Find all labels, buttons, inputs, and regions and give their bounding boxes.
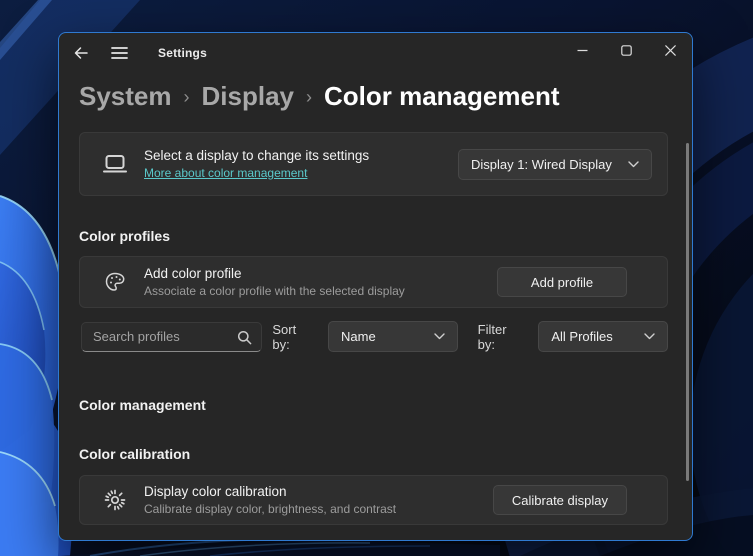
sort-by-dropdown[interactable]: Name xyxy=(328,321,458,352)
breadcrumb: System › Display › Color management xyxy=(79,79,692,113)
add-profile-title: Add color profile xyxy=(144,266,242,281)
display-calibration-card: Display color calibration Calibrate disp… xyxy=(79,475,668,525)
breadcrumb-separator: › xyxy=(183,87,190,107)
laptop-icon xyxy=(102,153,128,175)
page-content: Select a display to change its settings … xyxy=(59,132,692,525)
color-calibration-header: Color calibration xyxy=(79,446,191,462)
minimize-icon xyxy=(577,49,587,51)
search-profiles-box xyxy=(81,321,263,352)
maximize-button[interactable] xyxy=(604,33,648,67)
calibration-subtitle: Calibrate display color, brightness, and… xyxy=(144,502,397,516)
sort-by-value: Name xyxy=(341,329,376,344)
palette-icon xyxy=(102,270,128,294)
breadcrumb-separator: › xyxy=(306,87,312,107)
breadcrumb-system[interactable]: System xyxy=(79,80,172,112)
color-profiles-header: Color profiles xyxy=(79,228,171,244)
app-title: Settings xyxy=(158,46,207,60)
back-button[interactable] xyxy=(67,39,95,67)
display-select-value: Display 1: Wired Display xyxy=(471,156,612,172)
search-profiles-input[interactable] xyxy=(82,322,262,351)
display-selector-title: Select a display to change its settings xyxy=(144,148,370,163)
titlebar: Settings xyxy=(59,33,692,73)
nav-menu-button[interactable] xyxy=(105,39,133,67)
vertical-scrollbar[interactable] xyxy=(686,143,689,481)
display-selector-card: Select a display to change its settings … xyxy=(79,132,668,196)
search-icon xyxy=(237,330,252,350)
add-color-profile-card: Add color profile Associate a color prof… xyxy=(79,256,668,308)
more-about-color-management-link[interactable]: More about color management xyxy=(144,166,369,180)
close-icon xyxy=(664,44,676,56)
profiles-filter-row: Sort by: Name Filter by: All Profiles xyxy=(79,321,668,352)
chevron-down-icon xyxy=(433,333,445,340)
minimize-button[interactable] xyxy=(560,33,604,67)
sunburst-icon xyxy=(102,488,128,512)
filter-by-value: All Profiles xyxy=(551,329,613,344)
filter-by-label: Filter by: xyxy=(477,321,507,352)
back-arrow-icon xyxy=(74,47,88,59)
breadcrumb-display[interactable]: Display xyxy=(202,80,295,112)
calibrate-display-button[interactable]: Calibrate display xyxy=(492,485,627,515)
calibration-title: Display color calibration xyxy=(144,484,287,499)
page-title: Color management xyxy=(324,81,560,111)
color-management-header: Color management xyxy=(79,397,206,413)
close-button[interactable] xyxy=(648,33,692,67)
maximize-icon xyxy=(620,44,632,56)
display-select-dropdown[interactable]: Display 1: Wired Display xyxy=(458,148,652,180)
chevron-down-icon xyxy=(628,160,639,168)
add-profile-button[interactable]: Add profile xyxy=(497,267,627,297)
sort-by-label: Sort by: xyxy=(272,321,297,352)
filter-by-dropdown[interactable]: All Profiles xyxy=(538,321,668,352)
add-profile-subtitle: Associate a color profile with the selec… xyxy=(144,284,405,298)
hamburger-icon xyxy=(110,47,128,59)
settings-window: Settings System › Display › Color manage… xyxy=(58,32,693,541)
chevron-down-icon xyxy=(644,333,655,340)
